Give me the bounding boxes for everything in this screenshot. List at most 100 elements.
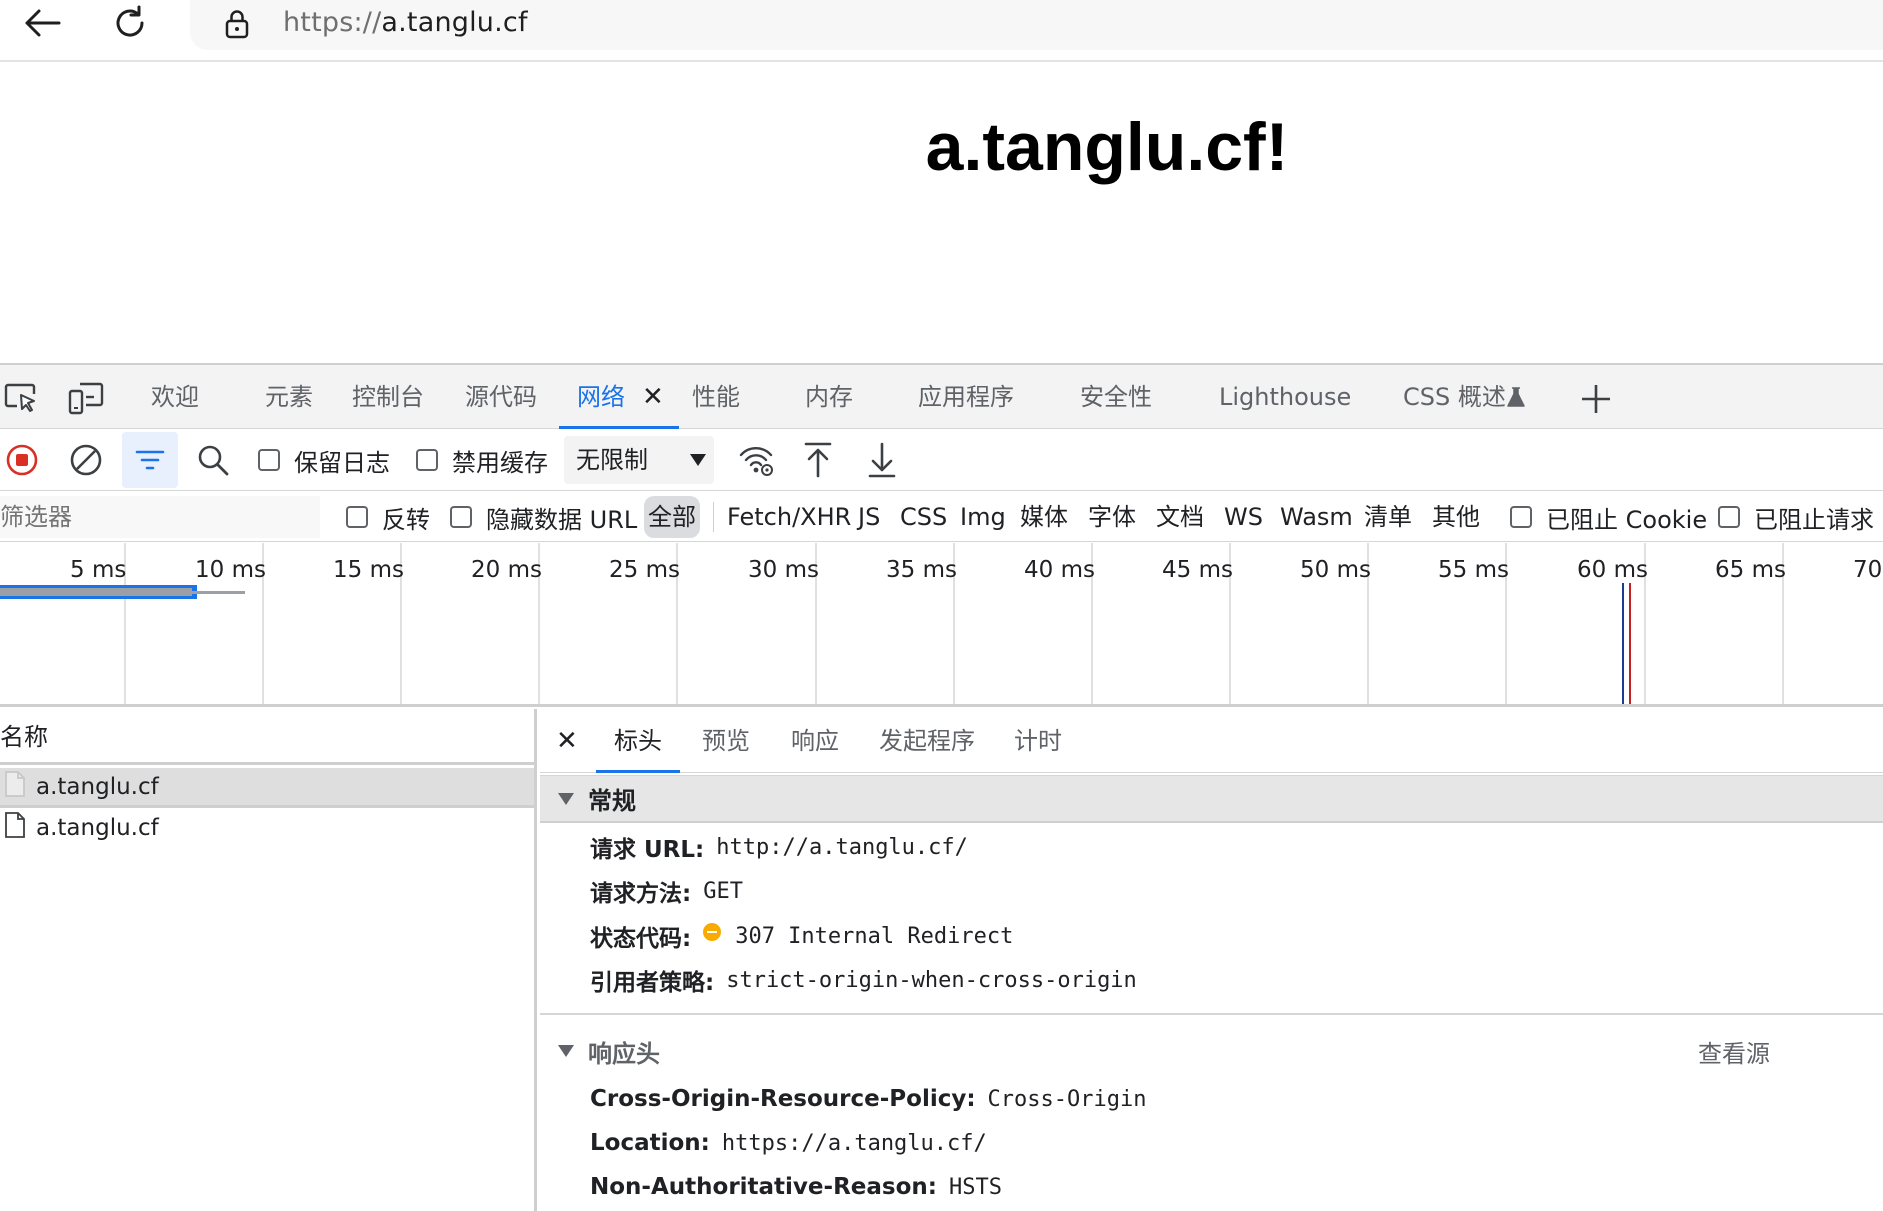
timeline-tick-label: 70 (1853, 557, 1883, 583)
tab-security[interactable]: 安全性 (1080, 365, 1152, 429)
export-har-icon[interactable] (868, 442, 896, 478)
details-tab-bar: ✕ 标头 预览 响应 发起程序 计时 (540, 709, 1883, 773)
response-header-value: Cross-Origin (987, 1086, 1147, 1112)
tab-sources[interactable]: 源代码 (465, 365, 537, 429)
expand-triangle-icon[interactable] (558, 1045, 574, 1057)
search-icon[interactable] (197, 444, 229, 476)
view-source-link[interactable]: 查看源 (1698, 1034, 1770, 1069)
type-filter-js[interactable]: JS (854, 496, 884, 538)
response-header-name: Cross-Origin-Resource-Policy: (590, 1086, 976, 1112)
dom-content-loaded-marker (1622, 583, 1624, 704)
devtools-tab-bar: 欢迎 元素 控制台 源代码 网络 ✕ 性能 内存 应用程序 安全性 Lighth… (0, 365, 1883, 429)
tab-welcome[interactable]: 欢迎 (151, 365, 199, 429)
close-details-icon[interactable]: ✕ (556, 709, 578, 773)
type-filter-fetch-xhr[interactable]: Fetch/XHR (723, 496, 855, 538)
response-header-row: Non-Authoritative-Reason: HSTS (590, 1167, 1002, 1207)
referrer-policy-label: 引用者策略: (590, 970, 715, 996)
close-network-tab-icon[interactable]: ✕ (642, 365, 664, 429)
type-filter-ws[interactable]: WS (1220, 496, 1267, 538)
preserve-log-label: 保留日志 (294, 448, 390, 477)
request-method-row: 请求方法: GET (590, 871, 743, 911)
clear-icon[interactable] (70, 444, 102, 476)
request-method-value: GET (703, 878, 743, 904)
type-filter-img[interactable]: Img (956, 496, 1010, 538)
disable-cache-checkbox[interactable]: 禁用缓存 (416, 430, 548, 490)
type-filter-wasm[interactable]: Wasm (1276, 496, 1357, 538)
type-filter-doc[interactable]: 文档 (1152, 496, 1208, 538)
tab-css-overview[interactable]: CSS 概述 (1403, 365, 1506, 429)
request-row[interactable]: a.tanglu.cf (0, 808, 534, 848)
response-header-name: Location: (590, 1130, 710, 1156)
type-filter-other[interactable]: 其他 (1428, 496, 1484, 538)
url-protocol: https:// (283, 7, 382, 38)
request-list: 名称 a.tanglu.cf a.tanglu.cf (0, 709, 537, 1211)
tab-elements[interactable]: 元素 (265, 365, 313, 429)
checkbox-box[interactable] (1510, 506, 1532, 528)
lock-icon[interactable] (224, 8, 250, 44)
inspect-element-icon[interactable] (4, 381, 38, 415)
network-toolbar: 保留日志 禁用缓存 无限制 (0, 430, 1883, 491)
experiment-flask-icon (1505, 385, 1527, 409)
tab-performance[interactable]: 性能 (692, 365, 740, 429)
checkbox-box[interactable] (416, 449, 438, 471)
expand-triangle-icon[interactable] (558, 792, 574, 805)
import-har-icon[interactable] (804, 442, 832, 478)
tab-console[interactable]: 控制台 (352, 365, 424, 429)
more-tools-plus-icon[interactable] (1578, 381, 1614, 417)
record-stop-icon[interactable] (6, 444, 38, 476)
tab-headers[interactable]: 标头 (596, 709, 680, 773)
reload-icon[interactable] (100, 0, 160, 46)
type-filter-all[interactable]: 全部 (644, 496, 700, 538)
load-event-marker (1629, 583, 1631, 704)
type-filter-media[interactable]: 媒体 (1016, 496, 1072, 538)
type-filter-manifest[interactable]: 清单 (1360, 496, 1416, 538)
timeline-tick-label: 45 ms (1162, 557, 1233, 583)
referrer-policy-value: strict-origin-when-cross-origin (726, 967, 1137, 993)
tab-application[interactable]: 应用程序 (918, 365, 1014, 429)
response-headers-section-header[interactable]: 响应头 查看源 (540, 1027, 1883, 1075)
timeline-tick-label: 60 ms (1577, 557, 1648, 583)
tab-response[interactable]: 响应 (791, 709, 839, 773)
back-arrow-icon[interactable] (12, 0, 72, 46)
type-filter-css[interactable]: CSS (896, 496, 951, 538)
request-name: a.tanglu.cf (36, 815, 159, 841)
tab-memory[interactable]: 内存 (805, 365, 853, 429)
tab-lighthouse[interactable]: Lighthouse (1219, 365, 1351, 429)
column-header-name[interactable]: 名称 (0, 709, 537, 765)
checkbox-box[interactable] (450, 506, 472, 528)
network-timeline-overview[interactable]: 5 ms 10 ms 15 ms 20 ms 25 ms 30 ms 35 ms… (0, 543, 1883, 707)
request-name: a.tanglu.cf (36, 773, 159, 800)
address-bar[interactable]: https://a.tanglu.cf (190, 0, 1883, 50)
timeline-tick-label: 55 ms (1438, 557, 1509, 583)
url-text[interactable]: https://a.tanglu.cf (283, 7, 528, 38)
response-header-value: HSTS (948, 1174, 1002, 1200)
checkbox-box[interactable] (346, 506, 368, 528)
network-conditions-icon[interactable] (738, 442, 774, 478)
page-heading: a.tanglu.cf! (925, 109, 1289, 185)
invert-checkbox[interactable]: 反转 (346, 492, 430, 542)
chevron-down-icon[interactable] (688, 452, 708, 468)
devtools-panel: 欢迎 元素 控制台 源代码 网络 ✕ 性能 内存 应用程序 安全性 Lighth… (0, 363, 1883, 1211)
tab-network[interactable]: 网络 (559, 365, 679, 429)
hide-data-urls-checkbox[interactable]: 隐藏数据 URL (450, 492, 637, 542)
request-url-row: 请求 URL: http://a.tanglu.cf/ (590, 827, 968, 867)
checkbox-box[interactable] (258, 449, 280, 471)
device-toolbar-icon[interactable] (68, 381, 104, 415)
filter-divider (713, 502, 714, 532)
blocked-requests-checkbox[interactable]: 已阻止请求 (1718, 492, 1874, 542)
tab-timing[interactable]: 计时 (1014, 709, 1062, 773)
general-section-header[interactable]: 常规 (540, 775, 1883, 823)
request-url-label: 请求 URL: (590, 837, 705, 863)
response-header-row: Location: https://a.tanglu.cf/ (590, 1123, 987, 1163)
status-code-row: 状态代码: 307 Internal Redirect (590, 916, 1013, 956)
request-row[interactable]: a.tanglu.cf (0, 768, 534, 808)
tab-initiator[interactable]: 发起程序 (879, 709, 975, 773)
blocked-cookies-checkbox[interactable]: 已阻止 Cookie (1510, 492, 1707, 542)
preserve-log-checkbox[interactable]: 保留日志 (258, 430, 390, 490)
filter-input[interactable] (0, 496, 320, 538)
checkbox-box[interactable] (1718, 506, 1740, 528)
timeline-tick-label: 25 ms (609, 557, 680, 583)
type-filter-font[interactable]: 字体 (1084, 496, 1140, 538)
request-url-value: http://a.tanglu.cf/ (716, 834, 968, 860)
tab-preview[interactable]: 预览 (702, 709, 750, 773)
